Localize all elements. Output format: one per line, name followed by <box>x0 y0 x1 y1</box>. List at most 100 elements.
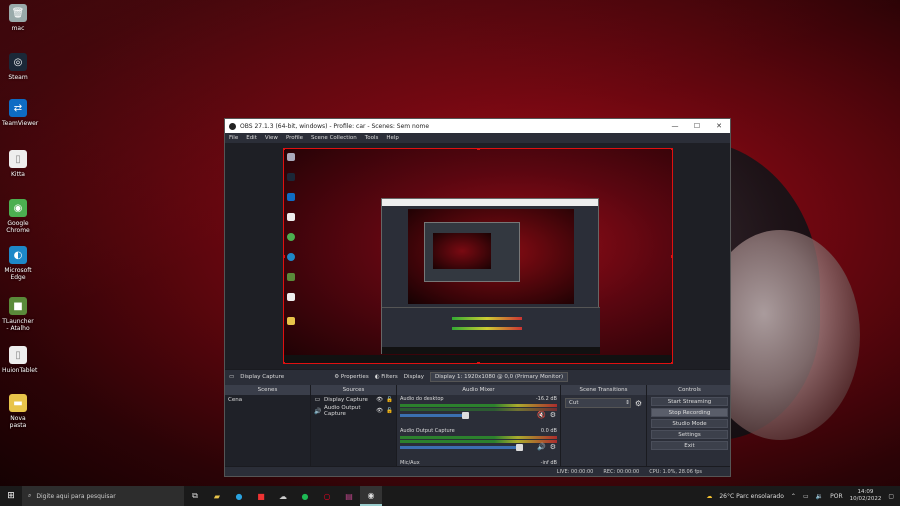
mini-edge-icon <box>287 253 295 261</box>
menu-tools[interactable]: Tools <box>365 135 379 141</box>
transition-select[interactable]: Cut ⇕ <box>565 398 631 408</box>
folder-icon: ▬ <box>9 394 27 412</box>
menu-help[interactable]: Help <box>386 135 399 141</box>
recycle-bin-icon: 🗑 <box>9 4 27 22</box>
obs-taskbar-icon[interactable]: ◉ <box>360 486 382 506</box>
mini-teamviewer-icon <box>287 193 295 201</box>
taskbar-search[interactable]: ⌕ Digite aqui para pesquisar <box>22 486 184 506</box>
search-placeholder: Digite aqui para pesquisar <box>36 492 116 500</box>
minimize-button[interactable]: — <box>664 122 686 130</box>
menu-edit[interactable]: Edit <box>246 135 257 141</box>
chevron-up-icon[interactable]: ⌃ <box>791 493 796 500</box>
properties-button[interactable]: ⚙ Properties <box>334 374 368 380</box>
volume-meter <box>400 440 557 443</box>
exit-button[interactable]: Exit <box>651 441 728 450</box>
desktop-icon[interactable]: ▬ Nova pasta <box>2 394 34 429</box>
scenes-list: Cena <box>225 395 310 466</box>
desktop-icon[interactable]: ■ TLauncher - Atalho <box>2 297 34 332</box>
window-title: OBS 27.1.3 (64-bit, windows) - Profile: … <box>240 122 430 130</box>
notification-icon[interactable]: ▢ <box>888 493 894 500</box>
volume-icon[interactable]: 🔉 <box>816 493 823 500</box>
filters-button[interactable]: ◐ Filters <box>375 374 398 380</box>
settings-button[interactable]: Settings <box>651 430 728 439</box>
lock-icon[interactable]: 🔓 <box>386 397 393 403</box>
source-toolbar: ▭ Display Capture ⚙ Properties ◐ Filters… <box>225 369 730 383</box>
mixer-track-output: Audio Output Capture 0.0 dB 🔊 ⚙ <box>397 427 560 459</box>
desktop-icon[interactable]: ▯ Kitta <box>2 150 34 178</box>
desktop-icon[interactable]: ◐ Microsoft Edge <box>2 246 34 281</box>
steam-icon: ◎ <box>9 53 27 71</box>
maximize-button[interactable]: ☐ <box>686 122 708 130</box>
clock[interactable]: 14:09 10/02/2022 <box>850 489 882 503</box>
desktop-icon[interactable]: 🗑 mac <box>2 4 34 32</box>
system-tray: ☁ 26°C Parc ensolarado ⌃ ▭ 🔉 POR 14:09 1… <box>706 486 900 506</box>
preview-area[interactable] <box>225 143 730 369</box>
resize-handle[interactable] <box>477 149 480 150</box>
gear-icon[interactable]: ⚙ <box>550 411 556 419</box>
volume-slider[interactable] <box>400 444 523 451</box>
volume-meter <box>400 436 557 439</box>
menu-file[interactable]: File <box>229 135 238 141</box>
cloud-app-icon[interactable]: ☁ <box>272 486 294 506</box>
volume-meter <box>400 408 557 411</box>
resize-handle[interactable] <box>284 149 285 150</box>
mini-recycle-icon <box>287 153 295 161</box>
clock-date: 10/02/2022 <box>849 496 882 502</box>
desktop-icon[interactable]: ◉ Google Chrome <box>2 199 34 234</box>
speaker-icon[interactable]: 🔊 <box>537 443 546 451</box>
studio-mode-button[interactable]: Studio Mode <box>651 419 728 428</box>
display-select[interactable]: Display 1: 1920x1080 @ 0,0 (Primary Moni… <box>430 371 569 382</box>
resize-handle[interactable] <box>284 362 285 363</box>
winrar-icon[interactable]: ▤ <box>338 486 360 506</box>
weather-icon[interactable]: ☁ <box>706 493 712 500</box>
resize-handle[interactable] <box>671 255 672 258</box>
weather-text[interactable]: 26°C Parc ensolarado <box>719 493 784 500</box>
stop-recording-button[interactable]: Stop Recording <box>651 408 728 417</box>
desktop-icon-label: Nova pasta <box>9 415 27 429</box>
file-explorer-icon[interactable]: ▰ <box>206 486 228 506</box>
start-streaming-button[interactable]: Start Streaming <box>651 397 728 406</box>
resize-handle[interactable] <box>477 362 480 363</box>
obs-titlebar[interactable]: OBS 27.1.3 (64-bit, windows) - Profile: … <box>225 119 730 133</box>
gear-icon[interactable]: ⚙ <box>635 399 642 408</box>
visibility-eye-icon[interactable]: 👁 <box>376 397 383 403</box>
transitions-header: Scene Transitions <box>561 385 646 395</box>
gear-icon[interactable]: ⚙ <box>550 443 556 451</box>
close-button[interactable]: ✕ <box>708 122 730 130</box>
desktop-icon[interactable]: ◎ Steam <box>2 53 34 81</box>
menu-scene-collection[interactable]: Scene Collection <box>311 135 357 141</box>
resize-handle[interactable] <box>671 149 672 150</box>
edge-icon[interactable]: ● <box>228 486 250 506</box>
desktop-icon-label: mac <box>11 25 25 32</box>
menu-view[interactable]: View <box>265 135 278 141</box>
mixer-header: Audio Mixer <box>397 385 560 395</box>
status-bar: LIVE: 00:00:00 REC: 00:00:00 CPU: 1.0%, … <box>225 466 730 476</box>
desktop-icon[interactable]: ▯ HuionTablet <box>2 346 37 374</box>
task-view-icon[interactable]: ⧉ <box>184 486 206 506</box>
source-item[interactable]: 🔊 Audio Output Capture 👁 🔓 <box>311 404 396 418</box>
desktop-icon[interactable]: ⇄ TeamViewer <box>2 99 38 127</box>
scene-item[interactable]: Cena <box>225 395 310 405</box>
minecraft-icon: ■ <box>9 297 27 315</box>
opera-icon[interactable]: ○ <box>316 486 338 506</box>
language-indicator[interactable]: POR <box>830 493 843 500</box>
source-item[interactable]: ▭ Display Capture 👁 🔓 <box>311 395 396 404</box>
lock-icon[interactable]: 🔓 <box>386 408 393 414</box>
speaker-muted-icon[interactable]: 🔇 <box>537 411 546 419</box>
resize-handle[interactable] <box>284 255 285 258</box>
menu-profile[interactable]: Profile <box>286 135 303 141</box>
resize-handle[interactable] <box>671 362 672 363</box>
spotify-icon[interactable]: ● <box>294 486 316 506</box>
visibility-eye-icon[interactable]: 👁 <box>376 408 383 414</box>
sources-header: Sources <box>311 385 396 395</box>
windows-start-icon[interactable]: ⊞ <box>0 491 22 501</box>
mixer-track-desktop: Audio do desktop -16.2 dB 🔇 ⚙ <box>397 395 560 427</box>
recorder-app-icon[interactable]: ■ <box>250 486 272 506</box>
obs-logo-icon <box>229 122 236 130</box>
preview-canvas[interactable] <box>283 148 673 364</box>
network-icon[interactable]: ▭ <box>803 493 809 500</box>
scenes-header: Scenes <box>225 385 310 395</box>
volume-slider[interactable] <box>400 412 469 419</box>
selected-source-name: Display Capture <box>240 373 285 380</box>
teamviewer-icon: ⇄ <box>9 99 27 117</box>
